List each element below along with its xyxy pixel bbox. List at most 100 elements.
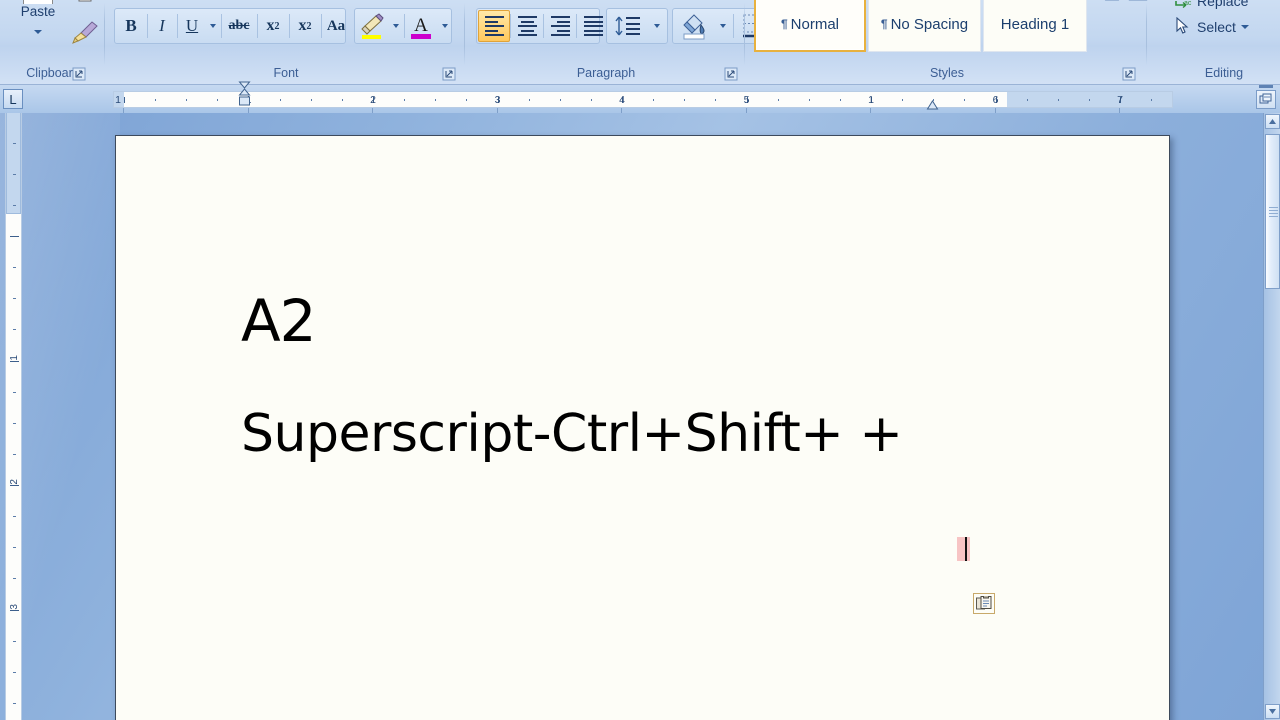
format-painter-icon[interactable] — [72, 20, 100, 44]
ruler-minor-tick — [435, 99, 436, 101]
paste-button[interactable]: Paste — [7, 0, 69, 56]
scrollbar-down-arrow[interactable] — [1265, 704, 1280, 719]
ruler-minor-tick — [466, 99, 467, 101]
ruler-minor-tick — [778, 99, 779, 101]
vruler-major-tick — [10, 361, 19, 362]
replace-button[interactable]: ac Replace — [1174, 0, 1248, 12]
paste-button-label: Paste — [7, 4, 69, 19]
vruler-major-tick — [10, 236, 19, 237]
line-spacing-icon[interactable] — [608, 9, 648, 43]
group-separator — [464, 3, 465, 65]
svg-text:A: A — [414, 15, 428, 36]
vruler-minor-tick — [13, 174, 16, 175]
underline-button[interactable]: U — [178, 9, 206, 43]
editing-group-label: Editing — [1168, 64, 1280, 83]
tab-selector-glyph: L — [9, 92, 16, 107]
ruler-minor-tick — [155, 99, 156, 101]
shading-dropdown-caret[interactable] — [715, 9, 731, 43]
vertical-scrollbar-thumb[interactable] — [1265, 134, 1280, 289]
group-separator — [1146, 3, 1147, 65]
font-color-dropdown-caret[interactable] — [438, 9, 452, 43]
ribbon-group-paragraph: Paragraph — [466, 0, 746, 85]
vruler-minor-tick — [13, 703, 16, 704]
ruler-major-tick — [124, 97, 125, 103]
font-dialog-launcher[interactable] — [442, 67, 456, 81]
horizontal-ruler[interactable]: 112345167 — [113, 91, 1173, 108]
copy-icon[interactable] — [78, 0, 98, 4]
cut-off-ribbon-icons — [1102, 0, 1152, 7]
clipboard-group-label: Clipboard — [0, 64, 106, 83]
ruler-minor-tick — [217, 99, 218, 101]
ruler-minor-tick — [560, 99, 561, 101]
vruler-minor-tick — [13, 298, 16, 299]
paste-options-smart-tag-icon[interactable] — [973, 593, 995, 614]
style-tile-no-spacing[interactable]: ¶ No Spacing — [868, 0, 981, 52]
font-style-toolbar: B I U abc x2 x2 Aa — [114, 8, 346, 44]
clipboard-dialog-launcher[interactable] — [72, 67, 86, 81]
bold-button[interactable]: B — [116, 9, 146, 43]
vertical-ruler[interactable]: 123 — [5, 113, 22, 720]
ribbon-group-clipboard: Paste Cli — [0, 0, 106, 85]
superscript-button[interactable]: x2 — [290, 9, 320, 43]
tab-stop-selector[interactable]: L — [3, 89, 23, 109]
ruler-number: 3 — [495, 93, 501, 108]
clipboard-group-body: Paste — [0, 0, 106, 63]
select-dropdown-caret[interactable] — [1241, 25, 1249, 29]
pilcrow-icon: ¶ — [881, 17, 888, 31]
ribbon: Paste Cli — [0, 0, 1280, 85]
shading-icon[interactable] — [674, 9, 714, 43]
paste-dropdown-caret[interactable] — [7, 22, 69, 37]
vruler-minor-tick — [13, 423, 16, 424]
ribbon-group-font: B I U abc x2 x2 Aa — [106, 0, 466, 85]
vruler-number: 3 — [8, 604, 21, 610]
ruler-number: 6 — [993, 93, 999, 108]
highlight-dropdown-caret[interactable] — [389, 9, 403, 43]
vruler-minor-tick — [13, 516, 16, 517]
scrollbar-up-arrow[interactable] — [1265, 114, 1280, 129]
subscript-button[interactable]: x2 — [258, 9, 288, 43]
align-center-button[interactable] — [511, 10, 543, 42]
font-color-icon[interactable]: A — [405, 9, 437, 43]
change-case-button[interactable]: Aa — [322, 9, 350, 43]
ruler-minor-tick — [902, 99, 903, 101]
ribbon-group-styles: ¶ Normal ¶ No Spacing Heading 1 — [746, 0, 1148, 85]
right-indent-marker[interactable] — [926, 98, 939, 113]
vruler-minor-tick — [13, 143, 16, 144]
paragraph-group-label: Paragraph — [466, 64, 746, 83]
ruler-minor-tick — [964, 99, 965, 101]
strikethrough-button[interactable]: abc — [222, 9, 256, 43]
align-left-button[interactable] — [478, 10, 510, 42]
italic-button[interactable]: I — [148, 9, 176, 43]
replace-label: Replace — [1197, 0, 1248, 9]
vruler-minor-tick — [13, 578, 16, 579]
document-body-text: Superscript-Ctrl+Shift+ + — [241, 404, 902, 464]
ruler-minor-tick — [311, 99, 312, 101]
view-ruler-toggle-button[interactable] — [1256, 90, 1276, 109]
styles-dialog-launcher[interactable] — [1122, 67, 1136, 81]
paragraph-dialog-launcher[interactable] — [724, 67, 738, 81]
select-pointer-icon — [1174, 17, 1192, 38]
paragraph-group-body — [466, 0, 746, 63]
vruler-minor-tick — [13, 205, 16, 206]
vruler-number: 1 — [8, 355, 21, 361]
style-label: Normal — [791, 16, 839, 33]
line-spacing-dropdown-caret[interactable] — [649, 9, 665, 43]
ruler-minor-tick — [684, 99, 685, 101]
align-right-button[interactable] — [544, 10, 576, 42]
text-highlight-color-icon[interactable] — [356, 9, 388, 43]
ruler-number: 1 — [868, 93, 874, 108]
ruler-minor-tick — [404, 99, 405, 101]
ruler-minor-tick — [591, 99, 592, 101]
scrollbar-top-cap — [1259, 85, 1273, 88]
left-indent-marker[interactable] — [238, 81, 251, 109]
vertical-scrollbar[interactable] — [1263, 113, 1280, 720]
select-button[interactable]: Select — [1174, 16, 1249, 38]
document-page[interactable]: A2 Superscript-Ctrl+Shift+ + — [115, 135, 1170, 720]
align-justify-button[interactable] — [577, 10, 609, 42]
select-label: Select — [1197, 19, 1236, 35]
vruler-minor-tick — [13, 329, 16, 330]
style-tile-normal[interactable]: ¶ Normal — [754, 0, 866, 52]
style-tile-heading-1[interactable]: Heading 1 — [983, 0, 1087, 52]
ruler-minor-tick — [280, 99, 281, 101]
underline-dropdown-caret[interactable] — [206, 9, 220, 43]
